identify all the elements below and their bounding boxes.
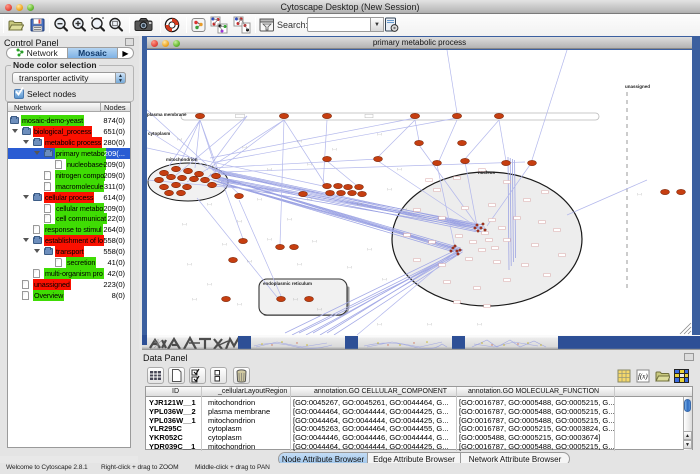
svg-text:plasma membrane: plasma membrane	[147, 112, 187, 117]
svg-text:(---): (---)	[397, 167, 402, 171]
svg-text:(---): (---)	[293, 297, 298, 301]
svg-text:(---): (---)	[377, 132, 382, 136]
svg-text:cytoplasm: cytoplasm	[148, 131, 170, 136]
svg-text:(---): (---)	[192, 297, 197, 301]
svg-text:(---): (---)	[357, 202, 362, 206]
svg-text:(---): (---)	[287, 217, 292, 221]
svg-text:(---): (---)	[297, 139, 302, 143]
svg-text:(---): (---)	[347, 265, 352, 269]
svg-text:(---): (---)	[382, 277, 387, 281]
svg-text:(---): (---)	[297, 262, 302, 266]
svg-text:(---): (---)	[222, 242, 227, 246]
svg-text:(---): (---)	[237, 219, 242, 223]
svg-text:(---): (---)	[367, 247, 372, 251]
svg-text:(---): (---)	[402, 207, 407, 211]
svg-text:(---): (---)	[377, 322, 382, 326]
svg-text:unassigned: unassigned	[625, 84, 650, 89]
svg-text:f(x): f(x)	[638, 373, 648, 381]
svg-text:(---): (---)	[237, 302, 242, 306]
svg-text:(---): (---)	[307, 162, 312, 166]
svg-text:(---): (---)	[317, 307, 322, 311]
svg-text:(---): (---)	[477, 322, 482, 326]
svg-text:(---): (---)	[182, 222, 187, 226]
svg-text:(---): (---)	[427, 322, 432, 326]
svg-text:(---): (---)	[387, 187, 392, 191]
svg-text:(---): (---)	[207, 282, 212, 286]
svg-text:(---): (---)	[332, 147, 337, 151]
svg-text:(---): (---)	[207, 202, 212, 206]
svg-text:(---): (---)	[312, 239, 317, 243]
svg-text:(---): (---)	[177, 137, 182, 141]
svg-text:mitochondrion: mitochondrion	[166, 157, 198, 162]
svg-text:(---): (---)	[267, 237, 272, 241]
svg-text:(---): (---)	[247, 259, 252, 263]
svg-text:(---): (---)	[307, 197, 312, 201]
svg-text:nucleus: nucleus	[478, 170, 496, 175]
svg-text:(---): (---)	[242, 145, 247, 149]
svg-text:endoplasmic reticulum: endoplasmic reticulum	[263, 281, 312, 286]
svg-text:(---): (---)	[267, 167, 272, 171]
svg-text:(---): (---)	[257, 197, 262, 201]
svg-text:(---): (---)	[637, 192, 642, 196]
svg-text:(---): (---)	[187, 262, 192, 266]
